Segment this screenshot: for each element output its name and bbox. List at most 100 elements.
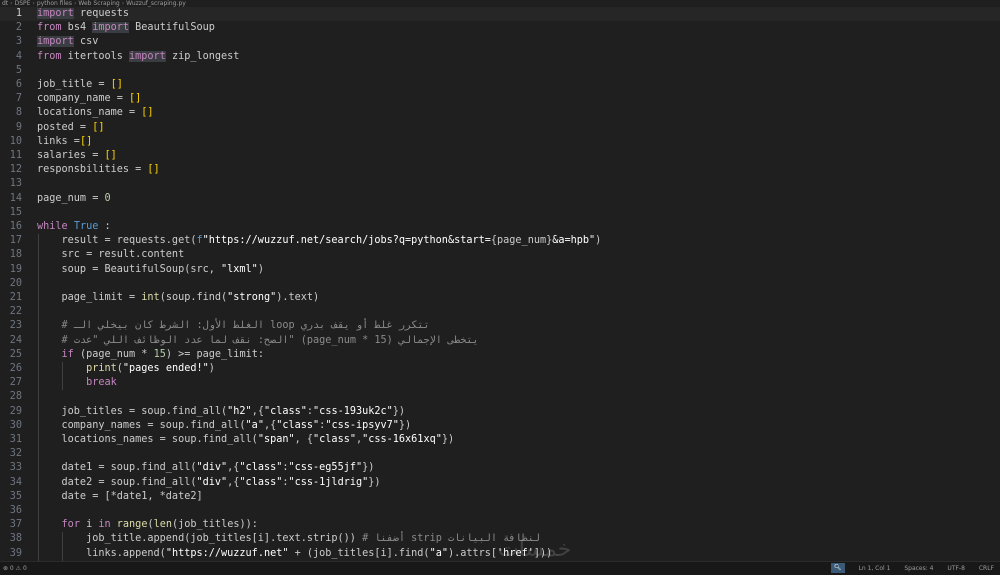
line-number: 34 [9,476,22,488]
code-line[interactable]: 21 page_limit = int(soup.find("strong").… [0,291,1000,305]
line-number: 7 [15,93,22,105]
line-number: 1 [15,8,22,19]
code-line[interactable]: 8 locations_name = [] [0,106,1000,120]
indentation-setting[interactable]: Spaces: 4 [904,565,933,572]
line-number: 38 [9,533,22,545]
code-line[interactable]: 23 # ‏الغلط الأول: الشرط كان بيخلي الـ l… [0,319,1000,333]
code-line[interactable]: 27 break [0,376,1000,390]
line-number: 35 [9,490,22,502]
code-text: if (page_num * 15) >= page_limit: [61,348,264,360]
encoding-setting[interactable]: UTF-8 [947,565,965,572]
code-line[interactable]: 6 job_title = [] [0,78,1000,92]
code-line[interactable]: 9 posted = [] [0,121,1000,135]
code-text: src = result.content [37,249,185,261]
code-line[interactable]: 30 company_names = soup.find_all("a",{"c… [0,419,1000,433]
code-line[interactable]: 13 [0,177,1000,191]
cursor-position[interactable]: Ln 1, Col 1 [858,565,890,572]
line-number: 20 [9,277,22,289]
line-number: 30 [9,419,22,431]
indent-guide [38,234,39,561]
line-number: 32 [9,448,22,460]
code-text: # ‏الغلط الأول: الشرط كان بيخلي الـ loop… [61,320,430,332]
code-line[interactable]: 7 company_name = [] [0,92,1000,106]
code-text: from itertools import zip_longest [37,50,240,62]
code-line[interactable]: 26 print("pages ended!") [0,362,1000,376]
code-line[interactable]: 24 # ‏الصح: نقف لما عدد الوظائف اللي "عد… [0,334,1000,348]
code-text: salaries = [] [37,150,117,161]
code-text: company_name = [] [37,93,142,105]
code-line[interactable]: 19 soup = BeautifulSoup(src, "lxml") [0,263,1000,277]
code-line[interactable]: 11 salaries = [] [0,149,1000,163]
code-text: responsbilities = [] [37,164,160,176]
code-text: job_titles = soup.find_all("h2",{"class"… [37,405,406,417]
code-line[interactable]: 35 date = [*date1, *date2] [0,490,1000,504]
code-text: break [86,377,117,389]
breadcrumb-item[interactable]: Wuzzuf_scraping.py [126,0,186,7]
code-line[interactable]: 5 [0,64,1000,78]
code-text: import csv [37,36,99,48]
code-text: import requests [37,8,130,19]
line-number: 8 [15,107,22,119]
line-number: 25 [9,348,22,360]
line-number: 9 [15,121,22,133]
line-number: 23 [9,320,22,332]
eol-setting[interactable]: CRLF [979,565,994,572]
line-number: 28 [9,391,22,403]
code-text: page_limit = int(soup.find("strong").tex… [37,292,320,303]
line-number: 17 [9,235,22,247]
breadcrumb-item[interactable]: DSPE [15,0,31,7]
code-text: while True : [37,221,111,232]
code-line[interactable]: 16 while True : [0,220,1000,234]
code-line[interactable]: 4 from itertools import zip_longest [0,50,1000,64]
code-text: for i in range(len(job_titles)): [61,519,258,531]
code-line[interactable]: 15 [0,206,1000,220]
line-number: 31 [9,434,22,445]
line-number: 6 [15,79,22,90]
watermark: خمسات [498,537,572,562]
code-line[interactable]: 25 if (page_num * 15) >= page_limit: [0,348,1000,362]
line-number: 2 [15,22,22,34]
code-text: date1 = soup.find_all("div",{"class":"cs… [37,462,375,474]
code-text: links.append("https://wuzzuf.net" + (job… [37,547,553,559]
line-number: 37 [9,519,22,531]
code-text: locations_name = [] [37,107,154,119]
code-line[interactable]: 17 result = requests.get(f"https://wuzzu… [0,234,1000,248]
code-line[interactable]: 14 page_num = 0 [0,192,1000,206]
code-line[interactable]: 10 links =[] [0,135,1000,149]
line-number: 18 [9,249,22,261]
status-bar: ⊗ 0 ⚠ 0 🔍︎ Ln 1, Col 1 Spaces: 4 UTF-8 C… [0,561,1000,575]
line-number: 5 [15,64,22,76]
code-text: links =[] [37,135,93,147]
line-number: 10 [9,135,22,147]
line-number: 15 [9,206,22,218]
line-number: 19 [9,263,22,275]
code-line[interactable]: 28 [0,390,1000,404]
code-line[interactable]: 18 src = result.content [0,248,1000,262]
zoom-icon[interactable]: 🔍︎ [830,563,845,573]
line-number: 11 [9,150,22,161]
code-editor[interactable]: 1 import requests 2 from bs4 import Beautif… [0,7,1000,561]
code-line[interactable]: 3 import csv [0,35,1000,49]
code-line[interactable]: 33 date1 = soup.find_all("div",{"class":… [0,461,1000,475]
problems-indicator[interactable]: ⊗ 0 ⚠ 0 [3,562,27,575]
code-line[interactable]: 36 [0,504,1000,518]
code-line[interactable]: 29 job_titles = soup.find_all("h2",{"cla… [0,405,1000,419]
line-number: 12 [9,164,22,176]
code-text: soup = BeautifulSoup(src, "lxml") [37,263,264,275]
code-line[interactable]: 1 import requests [0,7,1000,22]
code-line[interactable]: 22 [0,305,1000,319]
line-number: 33 [9,462,22,474]
code-line[interactable]: 12 responsbilities = [] [0,163,1000,177]
code-line[interactable]: 31 locations_names = soup.find_all("span… [0,433,1000,447]
code-text: from bs4 import BeautifulSoup [37,22,215,34]
indent-guide [62,362,63,391]
code-line[interactable]: 37 for i in range(len(job_titles)): [0,518,1000,532]
code-line[interactable]: 20 [0,277,1000,291]
breadcrumb-item[interactable]: Web Scraping [78,0,119,7]
code-line[interactable]: 2 from bs4 import BeautifulSoup [0,21,1000,35]
code-text: company_names = soup.find_all("a",{"clas… [37,419,412,431]
code-line[interactable]: 34 date2 = soup.find_all("div",{"class":… [0,476,1000,490]
code-line[interactable]: 32 [0,447,1000,461]
breadcrumb-item[interactable]: python files [37,0,72,7]
breadcrumb[interactable]: dt › DSPE › python files › Web Scraping › Wuzzuf… [0,0,1000,7]
